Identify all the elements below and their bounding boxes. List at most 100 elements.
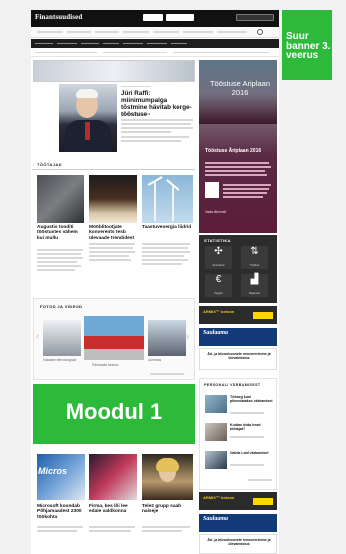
bottom-image-2[interactable] (89, 454, 137, 500)
ad-armix-2[interactable]: ARMIX™ betoon (199, 492, 277, 510)
bottom-image-3[interactable] (142, 454, 193, 500)
search-icon[interactable] (257, 29, 263, 35)
personali-image-3[interactable] (205, 451, 227, 469)
moodul-1-block[interactable]: Moodul 1 (33, 384, 195, 444)
nav-item[interactable] (153, 31, 179, 33)
top-bar: Finantsuudised (31, 10, 279, 27)
tootajad-article-title-2[interactable]: Mööblitootjate konverents tesb ülevaade … (89, 225, 137, 241)
nav-item[interactable] (95, 31, 119, 33)
portrait-hair (76, 89, 98, 98)
sub-nav-item[interactable] (123, 42, 143, 45)
ad-saulaama-2[interactable]: Saulaama (199, 514, 277, 532)
subscribe-box[interactable] (236, 14, 274, 21)
stat-label-1: Ettevõtted (212, 264, 225, 267)
personali-title-3[interactable]: Valida Laid värbamisel (230, 451, 274, 455)
bottom-image-1[interactable]: Micros (37, 454, 85, 500)
sub-nav-item[interactable] (171, 42, 187, 45)
portrait-tie (85, 122, 90, 140)
hero-image (59, 84, 117, 152)
statistika-label: STATISTIKA (204, 238, 231, 243)
foto-title-1[interactable]: Vaadake tehnoloogiaid (43, 358, 81, 362)
promo-tooetuse[interactable]: Tööstuse Ariplaan 2016 Tööstuse Äriplaan… (199, 60, 277, 233)
euro-icon[interactable]: € Palgad (205, 274, 232, 297)
ad-ari-text: Äri- ja büroohoonete renoveerimine ja ül… (207, 352, 271, 361)
sub-nav-item[interactable] (57, 42, 77, 45)
foto-image-2[interactable] (84, 316, 144, 360)
fotod-box: FOTOD JA VIDEOD ‹ › Vaadake tehnoloogiai… (33, 298, 195, 380)
stat-label-4: Majandus (248, 292, 261, 295)
sub-nav-item[interactable] (103, 42, 119, 45)
sub-nav-item[interactable] (35, 42, 53, 45)
ad-saulaama-text: Saulaama (203, 330, 229, 336)
carousel-next-icon[interactable]: › (186, 331, 189, 341)
bar-chart-icon[interactable]: ▟ Majandus (241, 274, 268, 297)
tootajad-image-1[interactable] (37, 175, 84, 223)
tootajad-image-3[interactable] (142, 175, 193, 223)
login-box[interactable] (143, 14, 163, 21)
ad-ari-1[interactable]: Äri- ja büroohoonete renoveerimine ja ül… (199, 348, 277, 370)
right-banner[interactable]: Suur banner 3. veerus (282, 10, 332, 80)
foto-title-2[interactable]: Pärnamäe keskus (92, 363, 142, 367)
ad-ari-2[interactable]: Äri- ja büroohoonete renoveerimine ja ül… (199, 534, 277, 554)
sub-nav-item[interactable] (81, 42, 99, 45)
tootajad-label: TÖÖTAJAD (37, 162, 62, 167)
site: Finantsuudised Jüri Raffi: miinimumpalga… (31, 10, 279, 554)
search-box[interactable] (166, 14, 194, 21)
personali-title-1[interactable]: Tööaeg kuni pikendatakse värbamisel (230, 395, 274, 404)
top-banner-strip[interactable] (33, 60, 195, 82)
ad-armix-logo-2 (253, 498, 273, 505)
personali-image-2[interactable] (205, 423, 227, 441)
tootajad-article-title-3[interactable]: Taastuvenergia liidrid (142, 225, 192, 230)
tootajad-image-2[interactable] (89, 175, 137, 223)
site-logo[interactable]: Finantsuudised (35, 13, 82, 21)
personali-title-2[interactable]: Kuidas leida head töötajat? (230, 423, 274, 432)
fotod-label: FOTOD JA VIDEOD (40, 304, 83, 309)
hero-article[interactable]: Jüri Raffi: miinimumpalga tõstmine hävit… (33, 84, 195, 154)
nav-item[interactable] (37, 31, 63, 33)
tootajad-article-title-1[interactable]: Augustis tooditi tööstustes vähem kui mu… (37, 225, 85, 241)
ad-saulaama-1[interactable]: Saulaama (199, 328, 277, 346)
arrows-icon[interactable]: ⇅ Tööjõud (241, 246, 268, 269)
bottom-title-3[interactable]: Tele2 grupp saab naiseje (142, 504, 192, 515)
ad-armix-1[interactable]: ARMIX™ betoon (199, 306, 277, 324)
nav-item[interactable] (217, 31, 247, 33)
promo-title: Tööstuse Ariplaan 2016 (209, 79, 271, 97)
foto-image-1[interactable] (43, 320, 81, 356)
ad-armix-text-2: ARMIX™ betoon (203, 495, 235, 500)
stat-label-2: Tööjõud (249, 264, 260, 267)
bottom-title-1[interactable]: Microsoft koondab Põhjamaadest 2300 töök… (37, 504, 85, 520)
hero-caption: Jüri Raffi, Foto: Aivar (121, 112, 151, 116)
nav-item[interactable] (183, 31, 213, 33)
ticker-item[interactable] (103, 51, 167, 54)
bottom-title-2[interactable]: Firma, kes lõi lee edale valdkonna (89, 504, 137, 515)
network-icon[interactable]: ✣ Ettevõtted (205, 246, 232, 269)
ad-armix-text: ARMIX™ betoon (203, 309, 235, 314)
sub-nav (31, 39, 279, 48)
nav-item[interactable] (67, 31, 91, 33)
nav-item[interactable] (123, 31, 149, 33)
moodul-1-label: Moodul 1 (65, 399, 163, 424)
ad-saulaama-text-2: Saulaama (203, 516, 229, 522)
ticker-item[interactable] (173, 51, 269, 54)
personali-image-1[interactable] (205, 395, 227, 413)
foto-title-3[interactable]: Uuendus (148, 358, 186, 362)
microsoft-logo-text: Micros (38, 466, 68, 476)
turbine-tower (154, 181, 156, 221)
right-banner-label: Suur banner 3. veerus (286, 31, 331, 61)
personali-label: PERSONALI VÄRBAMISEST (204, 383, 261, 387)
carousel-prev-icon[interactable]: ‹ (36, 331, 39, 341)
stat-label-3: Palgad (214, 292, 223, 295)
page: Suur banner 3. veerus Finantsuudised Jür… (0, 0, 346, 554)
promo-skyline (199, 94, 277, 124)
foto-image-3[interactable] (148, 320, 186, 356)
promo-subtitle: Tööstuse Äriplaan 2016 (205, 148, 262, 154)
ad-armix-logo (253, 312, 273, 319)
ad-ari-text-2: Äri- ja büroohoonete renoveerimine ja ül… (207, 538, 271, 547)
hero-kicker (121, 86, 161, 88)
sub-nav-item[interactable] (147, 42, 167, 45)
personali-box: PERSONALI VÄRBAMISEST Tööaeg kuni pikend… (199, 378, 277, 490)
statistika-box: STATISTIKA ✣ Ettevõtted ⇅ Tööjõud € Palgad … (199, 235, 277, 303)
ticker-item[interactable] (35, 51, 97, 54)
promo-more-link[interactable]: Vaata lähemalt (205, 210, 226, 214)
main-nav (31, 27, 279, 38)
